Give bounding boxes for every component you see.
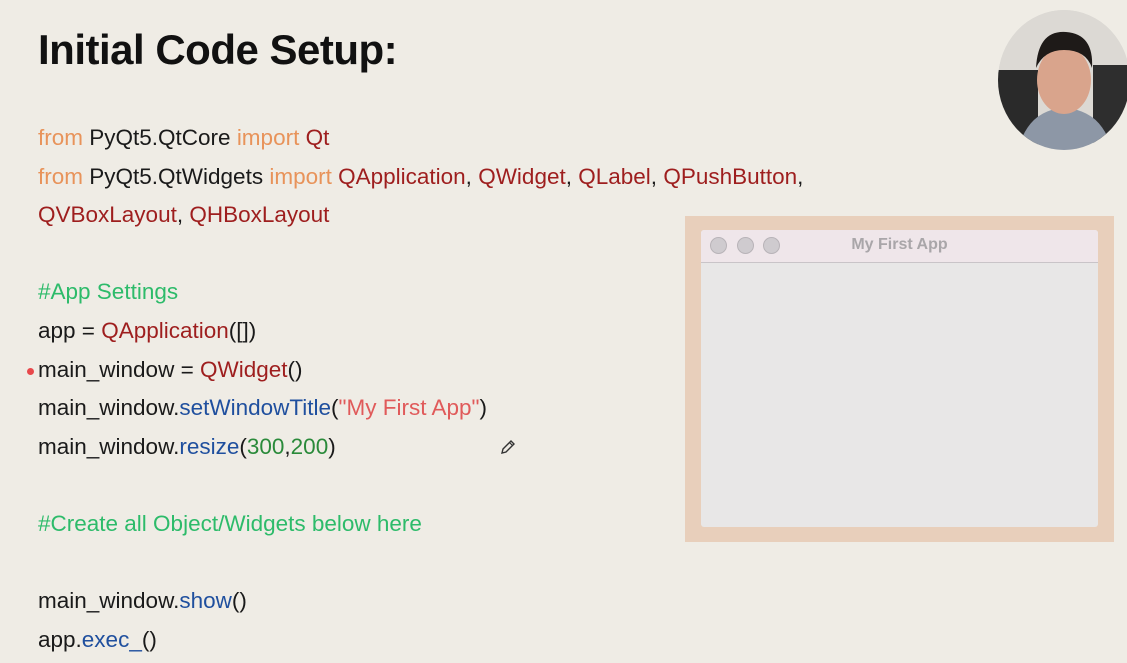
code-line: main_window.show() xyxy=(38,586,803,625)
code-token-plain: ) xyxy=(479,395,488,421)
app-preview-frame: My First App xyxy=(685,216,1114,542)
slide-title: Initial Code Setup: xyxy=(38,26,398,73)
code-line: from PyQt5.QtWidgets import QApplication… xyxy=(38,162,803,201)
pencil-cursor-icon xyxy=(501,440,515,454)
code-token-class: Qt xyxy=(305,125,330,150)
code-token-method: resize xyxy=(179,433,240,459)
code-token-class: QWidget xyxy=(478,163,566,189)
code-line: app.exec_() xyxy=(38,625,803,663)
code-token-comment: #App Settings xyxy=(38,279,179,305)
code-token-plain: main_window. xyxy=(38,395,180,421)
code-token-plain: ) xyxy=(328,433,336,459)
code-token-keyword: import xyxy=(236,125,306,150)
code-line: from PyQt5.QtCore import Qt xyxy=(38,123,803,162)
code-token-keyword: from xyxy=(38,125,90,150)
code-token-plain: main_window. xyxy=(38,588,180,614)
code-token-plain: PyQt5.QtWidgets xyxy=(89,163,270,189)
code-token-plain: ( xyxy=(239,433,247,459)
code-token-plain: , xyxy=(797,163,804,189)
code-token-number: 300 xyxy=(246,433,285,459)
code-token-plain: , xyxy=(565,163,579,189)
presenter-video-icon xyxy=(998,10,1127,150)
webcam-overlay xyxy=(998,10,1127,150)
code-token-plain: ( xyxy=(331,395,339,421)
code-token-plain: , xyxy=(650,163,664,189)
code-token-class: QApplication xyxy=(101,317,229,343)
code-token-class: QWidget xyxy=(199,356,288,382)
app-window: My First App xyxy=(701,230,1098,527)
window-titlebar: My First App xyxy=(701,230,1098,263)
code-token-plain: PyQt5.QtCore xyxy=(89,125,237,150)
code-token-plain: ([]) xyxy=(228,317,257,343)
code-token-plain: () xyxy=(287,356,303,382)
code-token-class: QPushButton xyxy=(663,163,798,189)
code-token-string: "My First App" xyxy=(338,395,480,421)
code-token-method: exec_ xyxy=(81,626,142,652)
code-token-plain: app. xyxy=(38,626,82,652)
code-token-number: 200 xyxy=(290,433,329,459)
code-token-plain: app = xyxy=(38,317,102,343)
code-token-keyword: import xyxy=(269,163,339,189)
code-token-class: QHBoxLayout xyxy=(189,202,330,228)
code-token-class: QLabel xyxy=(578,163,651,189)
window-title: My First App xyxy=(851,236,948,253)
code-token-comment: #Create all Object/Widgets below here xyxy=(38,510,422,536)
laser-pointer-dot xyxy=(27,367,34,375)
code-token-plain: () xyxy=(141,626,157,652)
code-token-method: setWindowTitle xyxy=(179,395,332,421)
code-token-plain: main_window. xyxy=(38,433,180,459)
code-token-method: show xyxy=(179,588,232,614)
code-token-class: QApplication xyxy=(338,163,466,189)
code-token-keyword: from xyxy=(38,163,90,189)
code-token-plain: main_window = xyxy=(38,356,200,382)
code-token-plain: , xyxy=(465,163,479,189)
code-token-plain: () xyxy=(231,588,247,614)
code-token-class: QVBoxLayout xyxy=(38,202,177,228)
code-token-plain: , xyxy=(176,202,190,228)
